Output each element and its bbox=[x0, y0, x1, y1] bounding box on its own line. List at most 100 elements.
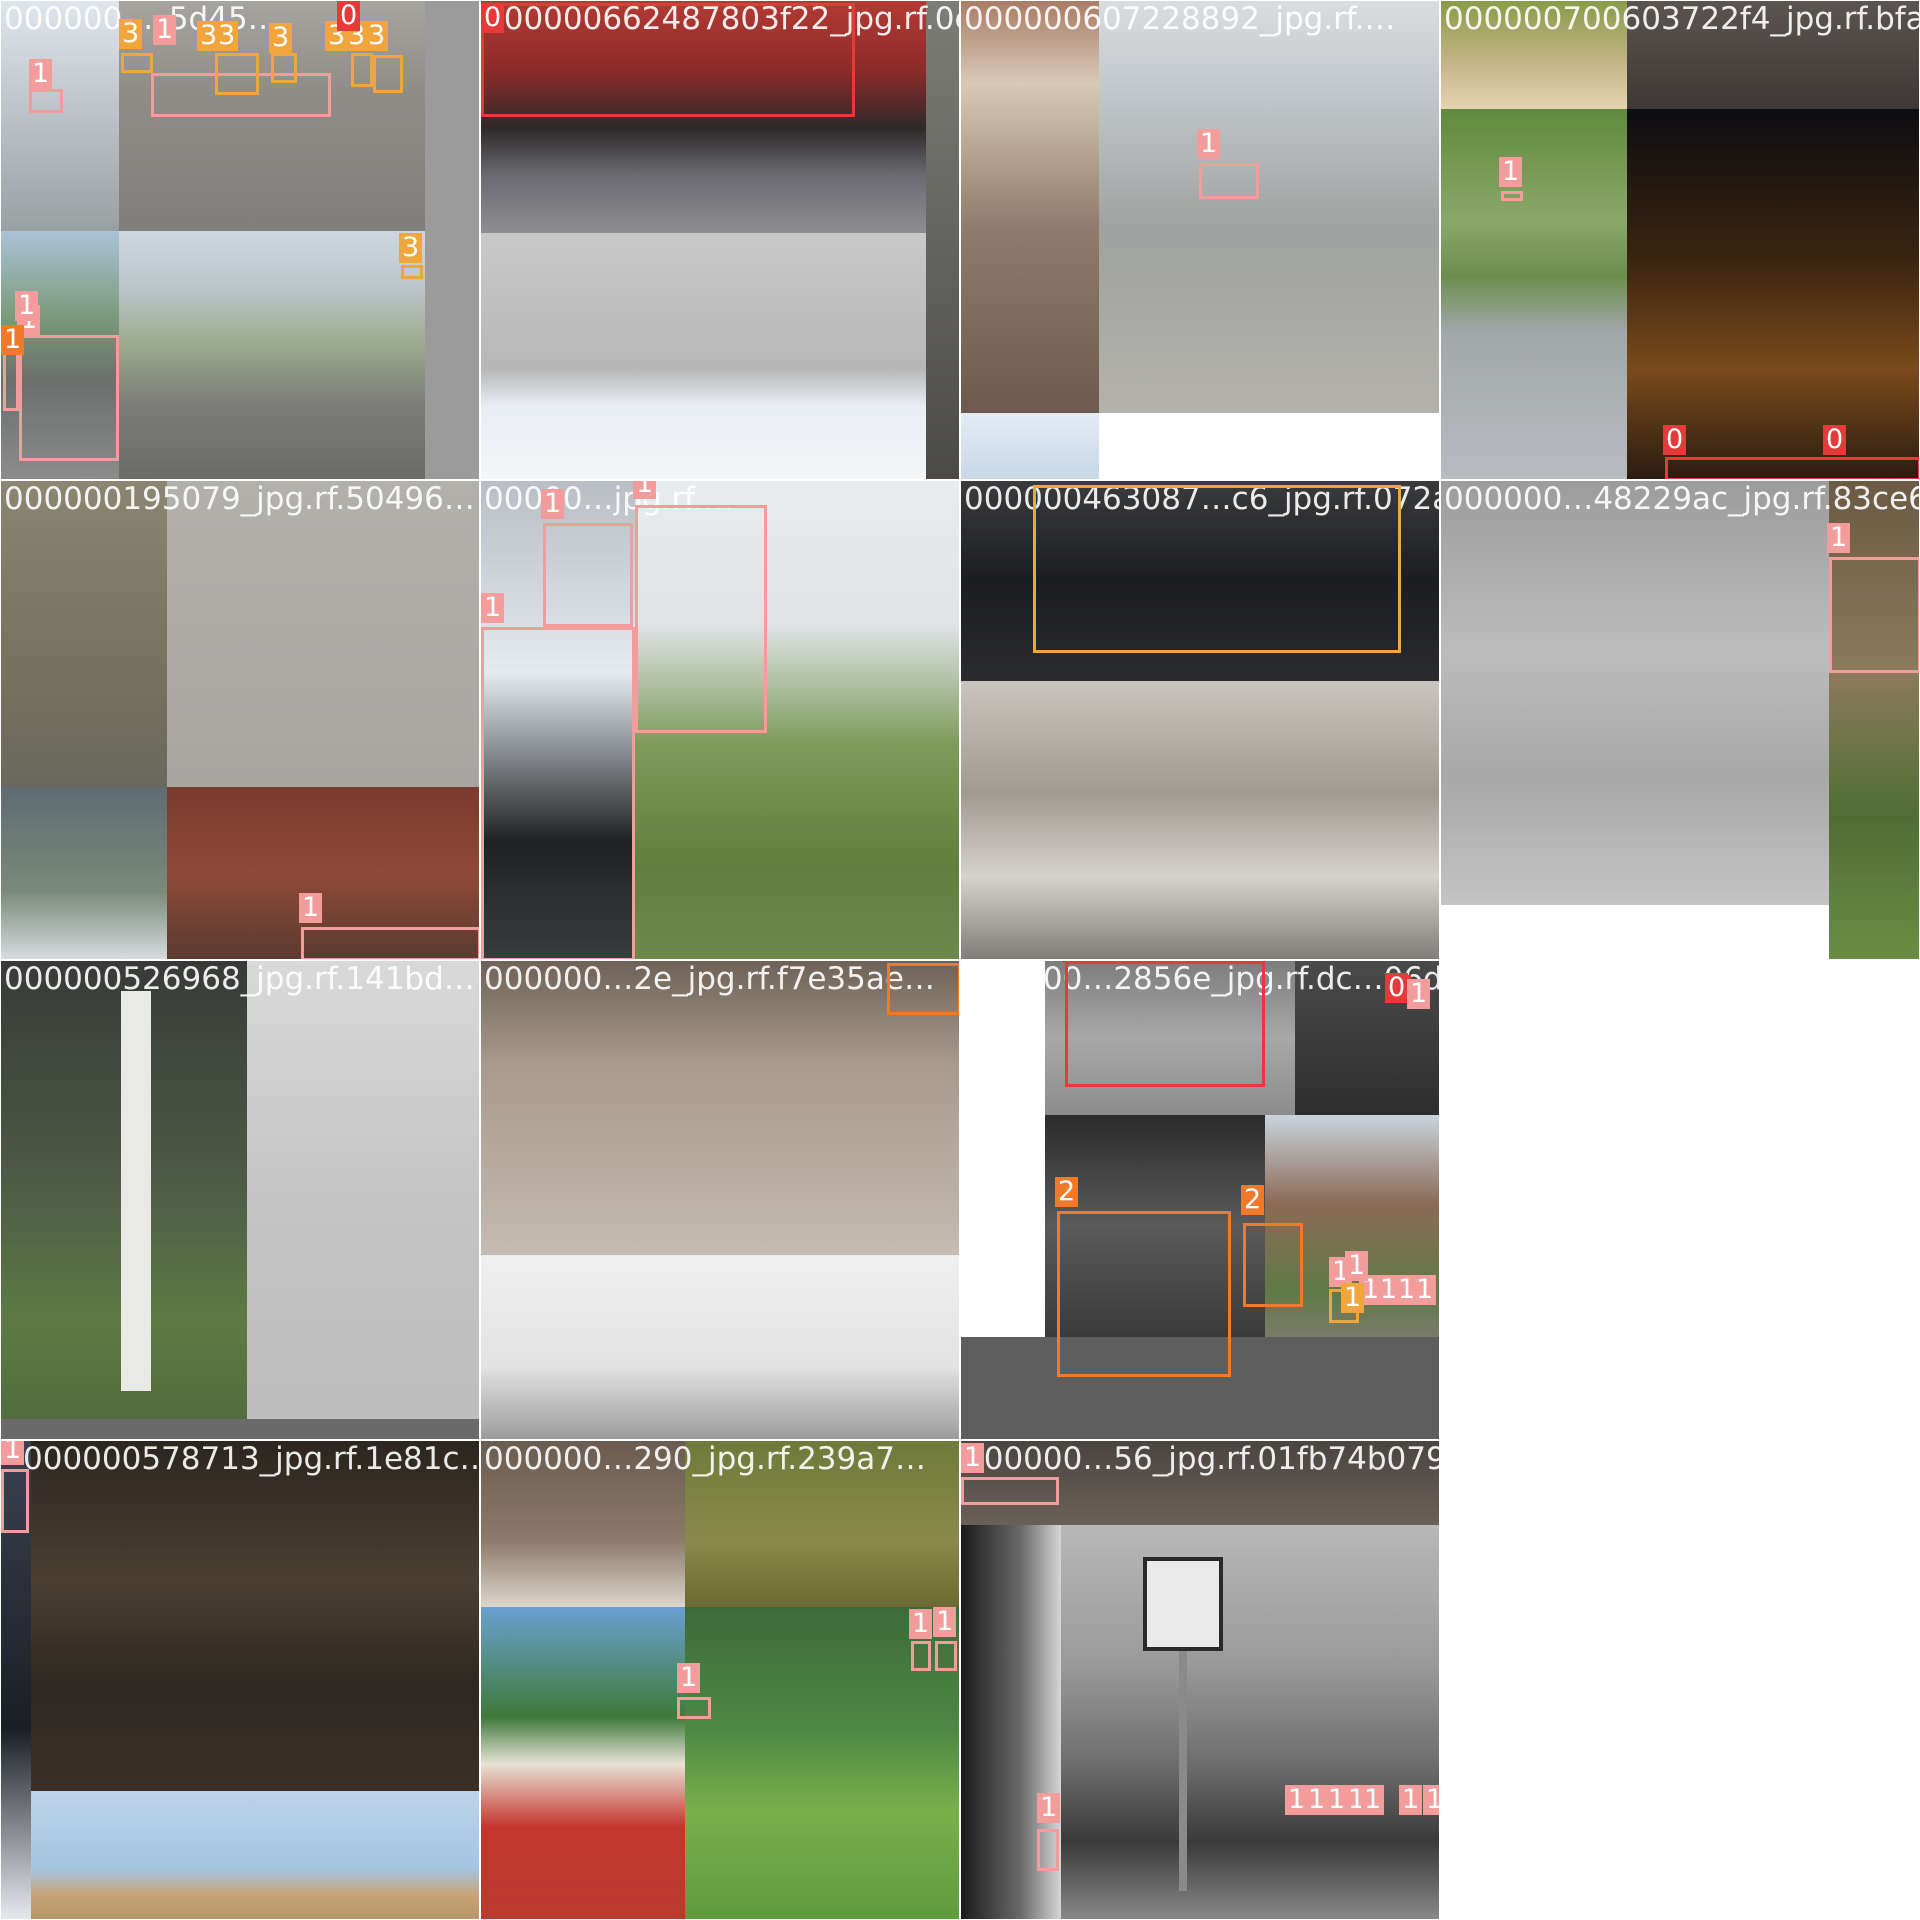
tile-photo bbox=[247, 961, 479, 1439]
detection-label: 1 bbox=[481, 593, 505, 623]
mosaic-tile-12: 000000578713_jpg.rf.1e81c… 1 bbox=[0, 1440, 480, 1920]
mosaic-grid: 000000…_5d45… 3 1 3 3 3 3 3 3 3 0 1 1 1 … bbox=[0, 0, 1920, 1920]
detection-box bbox=[373, 55, 403, 93]
detection-label: 3 bbox=[119, 19, 143, 49]
detection-box bbox=[677, 1697, 711, 1719]
tile-photo bbox=[961, 681, 1439, 959]
mosaic-tile-empty bbox=[1440, 1440, 1920, 1920]
mosaic-tile-14: 000000…56_jpg.rf.01fb74b079b499720a0c 1 … bbox=[960, 1440, 1440, 1920]
detection-box bbox=[215, 53, 259, 95]
detection-box bbox=[1065, 961, 1265, 1087]
detection-box bbox=[301, 927, 479, 959]
tile-photo bbox=[425, 1, 479, 479]
detection-box bbox=[1501, 191, 1523, 201]
tile-photo bbox=[119, 231, 425, 479]
tile-photo bbox=[1099, 413, 1439, 479]
detection-box bbox=[19, 335, 119, 461]
detection-box bbox=[1243, 1223, 1303, 1307]
mosaic-tile-3: 000000607228892_jpg.rf.… 1 bbox=[960, 0, 1440, 480]
detection-label: 1 bbox=[1499, 157, 1523, 187]
detection-box bbox=[121, 53, 153, 73]
tile-photo bbox=[1061, 1525, 1439, 1919]
tile-photo bbox=[167, 481, 479, 787]
tile-photo bbox=[1441, 905, 1829, 959]
detection-label: 0 bbox=[1063, 961, 1087, 963]
detection-label: 1 bbox=[961, 1443, 985, 1473]
detection-label: 3 bbox=[215, 21, 239, 51]
mosaic-tile-10: 000000…2e_jpg.rf.f7e35ae… 2 bbox=[480, 960, 960, 1440]
tile-photo bbox=[926, 1, 959, 479]
detection-label: 0 bbox=[481, 3, 505, 33]
detection-label: 1 bbox=[1407, 979, 1431, 1009]
detection-label: 0 bbox=[1823, 425, 1847, 455]
detection-box bbox=[271, 53, 297, 83]
detection-label: 2 bbox=[1241, 1185, 1265, 1215]
mosaic-tile-9: 000000526968_jpg.rf.141bd… bbox=[0, 960, 480, 1440]
detection-label: 1 bbox=[15, 291, 39, 321]
tile-photo bbox=[961, 1, 1099, 413]
detection-box bbox=[1, 1469, 29, 1533]
detection-label: 1 bbox=[1361, 1785, 1385, 1815]
mosaic-tile-6: 00000…jpg.rf.… 1 1 1 bbox=[480, 480, 960, 960]
tile-photo bbox=[481, 1607, 685, 1919]
tile-photo bbox=[1, 787, 167, 959]
tile-photo bbox=[31, 1791, 479, 1919]
detection-label: 1 bbox=[909, 1609, 933, 1639]
detection-box bbox=[887, 963, 959, 1015]
detection-label: 1 bbox=[677, 1663, 701, 1693]
mosaic-tile-empty bbox=[1440, 960, 1920, 1440]
tile-photo bbox=[31, 1441, 479, 1791]
detection-label: 1 bbox=[1037, 1793, 1061, 1823]
detection-label: 1 bbox=[29, 59, 53, 89]
detection-label: 0 bbox=[1663, 425, 1687, 455]
tile-photo bbox=[1179, 1651, 1187, 1891]
detection-box bbox=[401, 265, 423, 279]
detection-box bbox=[1037, 1829, 1059, 1871]
detection-box bbox=[1829, 557, 1919, 673]
tile-photo bbox=[1441, 109, 1627, 479]
tile-photo bbox=[481, 1441, 685, 1607]
tile-photo bbox=[1099, 1, 1439, 413]
detection-box bbox=[481, 627, 635, 959]
tile-photo bbox=[1143, 1557, 1223, 1651]
detection-label: 1 bbox=[1413, 1275, 1437, 1305]
tile-photo bbox=[1, 1419, 479, 1439]
detection-label: 1 bbox=[1399, 1785, 1423, 1815]
detection-label: 3 bbox=[269, 23, 293, 53]
detection-box bbox=[3, 351, 19, 411]
mosaic-tile-2: 000000662487803f22_jpg.rf.0ccfea… 0 bbox=[480, 0, 960, 480]
detection-box bbox=[29, 89, 63, 113]
detection-box bbox=[635, 505, 767, 733]
detection-label: 1 bbox=[1345, 1251, 1369, 1281]
detection-label: 1 bbox=[933, 1607, 957, 1637]
tile-photo bbox=[1, 1, 119, 231]
detection-label: 3 bbox=[399, 233, 423, 263]
mosaic-tile-1: 000000…_5d45… 3 1 3 3 3 3 3 3 3 0 1 1 1 … bbox=[0, 0, 480, 480]
tile-photo bbox=[1441, 481, 1829, 905]
detection-box bbox=[911, 1641, 931, 1671]
detection-label: 2 bbox=[1055, 1177, 1079, 1207]
detection-label: 0 bbox=[1385, 973, 1409, 1003]
detection-label: 1 bbox=[1, 1441, 25, 1465]
detection-box bbox=[1057, 1211, 1231, 1377]
tile-photo bbox=[481, 233, 926, 479]
tile-photo bbox=[1, 481, 167, 787]
detection-label: 1 bbox=[1341, 1283, 1365, 1313]
tile-photo bbox=[481, 1255, 959, 1439]
detection-box bbox=[1665, 457, 1919, 479]
detection-box bbox=[543, 523, 633, 627]
detection-box bbox=[935, 1641, 957, 1671]
tile-photo bbox=[121, 991, 151, 1391]
detection-box bbox=[961, 1477, 1059, 1505]
detection-label: 1 bbox=[1197, 129, 1221, 159]
detection-label: 1 bbox=[1, 325, 25, 355]
detection-label: 1 bbox=[299, 893, 323, 923]
detection-label: 1 bbox=[153, 15, 177, 45]
detection-box bbox=[481, 3, 855, 117]
detection-label: 0 bbox=[337, 1, 361, 31]
detection-label: 1 bbox=[541, 489, 565, 519]
tile-photo bbox=[685, 1441, 959, 1607]
tile-photo bbox=[961, 413, 1099, 479]
detection-box bbox=[1199, 163, 1259, 199]
mosaic-tile-13: 000000…290_jpg.rf.239a7… 1 1 1 bbox=[480, 1440, 960, 1920]
